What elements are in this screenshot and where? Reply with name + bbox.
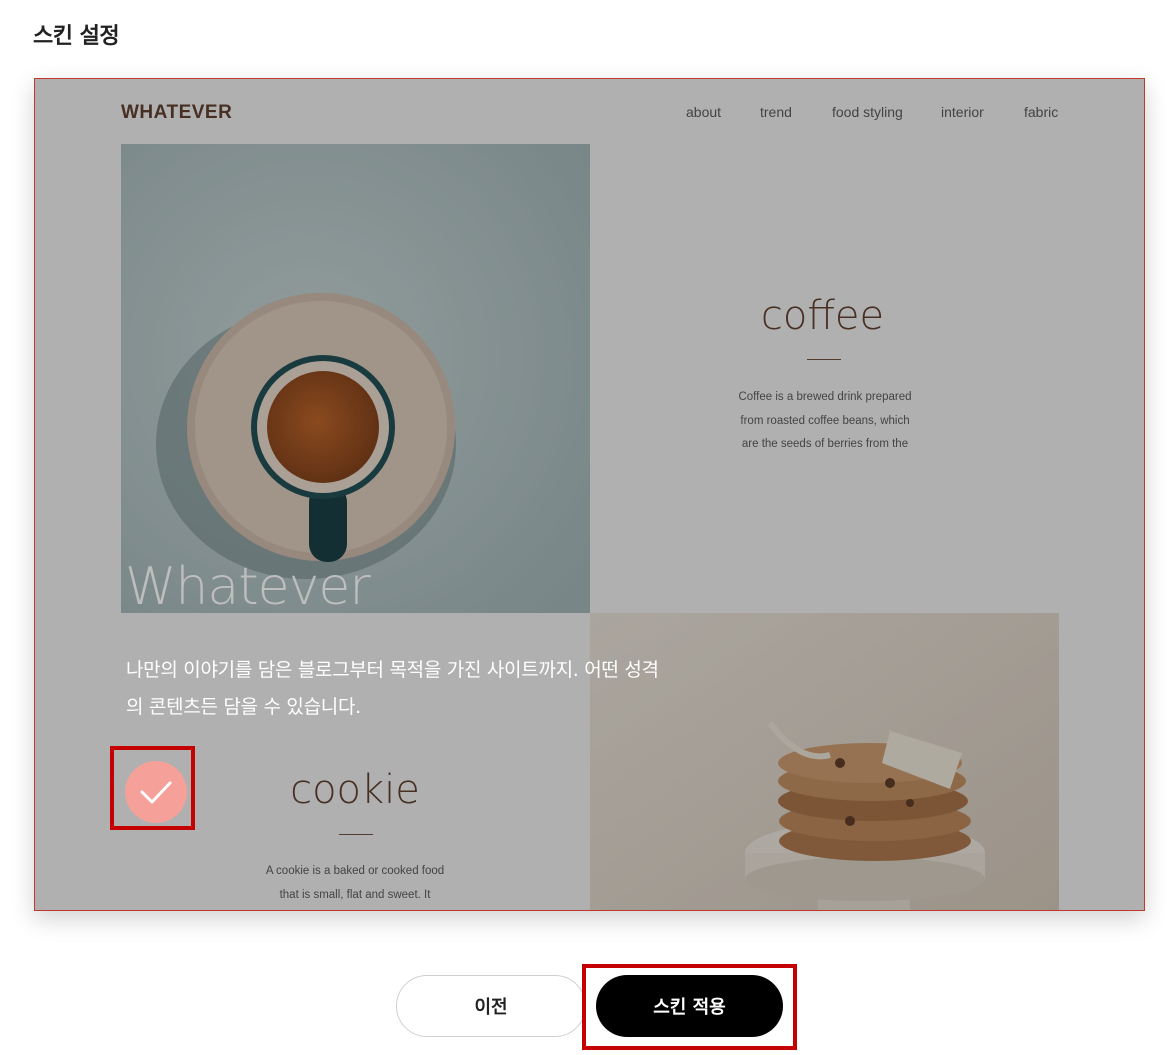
coffee-image <box>121 144 590 613</box>
cookie-title: cookie <box>290 767 420 813</box>
nav-item-food-styling[interactable]: food styling <box>832 104 903 120</box>
hero-description-line: 나만의 이야기를 담은 블로그부터 목적을 가진 사이트까지. 어떤 성격 <box>126 659 659 681</box>
coffee-description-line: from roasted coffee beans, which <box>740 414 910 427</box>
coffee-description: Coffee is a brewed drink prepared from r… <box>675 386 975 457</box>
coffee-divider <box>807 359 841 360</box>
cookie-description: A cookie is a baked or cooked food that … <box>205 860 505 907</box>
coffee-cup-illustration <box>121 144 590 613</box>
check-mark <box>140 781 172 804</box>
cookie-description-line: A cookie is a baked or cooked food <box>265 865 445 877</box>
preview-nav: about trend food styling interior fabric <box>35 104 1144 124</box>
cookie-description-line: that is small, flat and sweet. It <box>279 888 431 901</box>
page-title: 스킨 설정 <box>33 24 120 49</box>
coffee-description-line: are the seeds of berries from the <box>741 438 909 450</box>
hero-title: Whatever <box>125 557 371 617</box>
coffee-description-line: Coffee is a brewed drink prepared <box>738 391 912 403</box>
skin-preview: WHATEVER about trend food styling interi… <box>34 78 1145 911</box>
apply-button-highlight: 스킨 적용 <box>582 964 797 1050</box>
nav-item-trend[interactable]: trend <box>760 104 792 120</box>
apply-skin-button[interactable]: 스킨 적용 <box>596 975 783 1037</box>
check-icon <box>125 761 187 823</box>
nav-item-about[interactable]: about <box>686 104 721 120</box>
hero-description-line: 의 콘텐츠든 담을 수 있습니다. <box>126 696 361 718</box>
nav-item-fabric[interactable]: fabric <box>1024 104 1058 120</box>
select-skin-checkbox[interactable] <box>110 746 195 830</box>
coffee-title: coffee <box>760 293 885 339</box>
nav-item-interior[interactable]: interior <box>941 104 984 120</box>
prev-button[interactable]: 이전 <box>396 975 586 1037</box>
hero-description: 나만의 이야기를 담은 블로그부터 목적을 가진 사이트까지. 어떤 성격 의 … <box>126 652 746 726</box>
cookie-divider <box>339 834 373 835</box>
